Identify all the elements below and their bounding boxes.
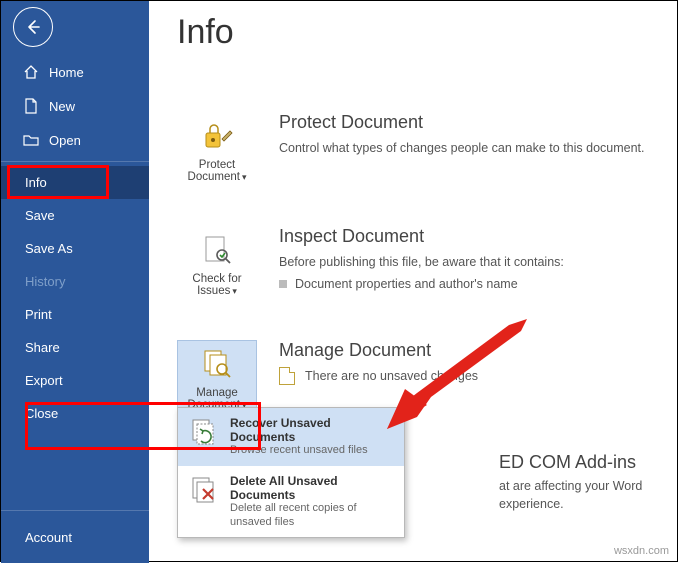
section-title-partial: ED COM Add-ins [499, 452, 677, 473]
delete-document-icon [188, 474, 220, 506]
button-label: Protect Document [188, 159, 240, 183]
sidebar-item-label: Info [25, 175, 47, 190]
bullet-icon [279, 280, 287, 288]
menu-item-title: Delete All Unsaved Documents [230, 474, 394, 502]
manage-status-row: There are no unsaved changes [279, 367, 649, 385]
sidebar-separator [1, 161, 149, 162]
sidebar-item-history: History [1, 265, 149, 298]
sidebar-item-label: Save [25, 208, 55, 223]
sidebar-nav: Home New Open Info Save Save As History … [1, 55, 149, 430]
manage-status-text: There are no unsaved changes [305, 369, 478, 383]
inspect-document-icon [200, 233, 234, 267]
dropdown-caret-icon: ▾ [232, 286, 237, 296]
sidebar-item-open[interactable]: Open [1, 123, 149, 157]
open-folder-icon [23, 132, 39, 148]
protect-document-button[interactable]: Protect Document▾ [177, 112, 257, 188]
new-document-icon [23, 98, 39, 114]
sidebar-item-label: New [49, 99, 75, 114]
recover-document-icon [188, 416, 220, 448]
sidebar-item-label: Save As [25, 241, 73, 256]
home-icon [23, 64, 39, 80]
sidebar-item-new[interactable]: New [1, 89, 149, 123]
inspect-bullet: Document properties and author's name [279, 277, 649, 291]
back-arrow-icon [24, 18, 42, 36]
sidebar-item-label: Close [25, 406, 58, 421]
section-description: Before publishing this file, be aware th… [279, 253, 649, 271]
sidebar-item-save-as[interactable]: Save As [1, 232, 149, 265]
lock-key-icon [200, 119, 234, 153]
protect-section: Protect Document▾ Protect Document Contr… [177, 112, 649, 188]
page-title: Info [177, 13, 649, 52]
section-title: Protect Document [279, 112, 649, 133]
section-title: Manage Document [279, 340, 649, 361]
section-title: Inspect Document [279, 226, 649, 247]
document-mini-icon [279, 367, 295, 385]
file-sidebar: Home New Open Info Save Save As History … [1, 1, 149, 563]
sidebar-item-save[interactable]: Save [1, 199, 149, 232]
manage-section: Manage Document▾ Manage Document There a… [177, 340, 649, 416]
bullet-text: Document properties and author's name [295, 277, 518, 291]
sidebar-item-label: Share [25, 340, 60, 355]
watermark: wsxdn.com [614, 545, 669, 557]
menu-item-subtitle: Browse recent unsaved files [230, 444, 394, 458]
main-content: Info Protect Document▾ Protect Document … [149, 1, 677, 561]
recover-unsaved-documents-item[interactable]: Recover Unsaved Documents Browse recent … [178, 408, 404, 466]
sidebar-item-label: History [25, 274, 65, 289]
sidebar-item-export[interactable]: Export [1, 364, 149, 397]
sidebar-item-print[interactable]: Print [1, 298, 149, 331]
sidebar-item-close[interactable]: Close [1, 397, 149, 430]
check-for-issues-button[interactable]: Check for Issues▾ [177, 226, 257, 302]
sidebar-item-label: Home [49, 65, 84, 80]
sidebar-item-account[interactable]: Account [25, 530, 72, 545]
section-description: Control what types of changes people can… [279, 139, 649, 157]
manage-document-button[interactable]: Manage Document▾ [177, 340, 257, 416]
sidebar-item-share[interactable]: Share [1, 331, 149, 364]
delete-all-unsaved-documents-item[interactable]: Delete All Unsaved Documents Delete all … [178, 466, 404, 538]
com-addins-section-partial: ED COM Add-ins at are affecting your Wor… [499, 452, 677, 513]
back-button[interactable] [13, 7, 53, 47]
inspect-section: Check for Issues▾ Inspect Document Befor… [177, 226, 649, 302]
sidebar-separator [1, 510, 149, 511]
dropdown-caret-icon: ▾ [242, 172, 247, 182]
menu-item-subtitle: Delete all recent copies of unsaved file… [230, 502, 394, 530]
sidebar-item-label: Print [25, 307, 52, 322]
sidebar-item-home[interactable]: Home [1, 55, 149, 89]
sidebar-item-label: Open [49, 133, 81, 148]
manage-document-dropdown: Recover Unsaved Documents Browse recent … [177, 407, 405, 538]
sidebar-item-info[interactable]: Info [1, 166, 149, 199]
section-description-partial: at are affecting your Word experience. [499, 477, 677, 513]
menu-item-title: Recover Unsaved Documents [230, 416, 394, 444]
sidebar-item-label: Export [25, 373, 63, 388]
manage-document-icon [200, 347, 234, 381]
